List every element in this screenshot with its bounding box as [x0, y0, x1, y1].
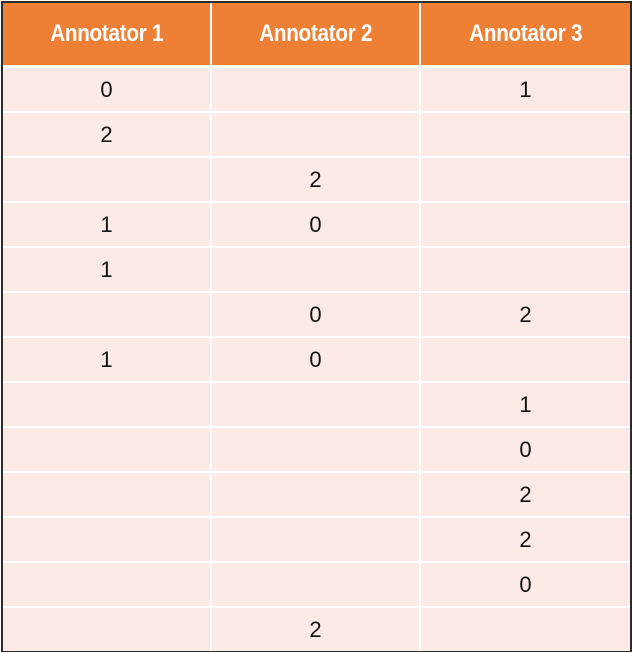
table-cell: 2 [419, 291, 630, 337]
table-cell [3, 561, 211, 607]
column-header-annotator-1: Annotator 1 [3, 3, 211, 68]
table-cell [210, 426, 420, 472]
column-header-annotator-2: Annotator 2 [210, 3, 420, 68]
table-cell [419, 156, 630, 202]
table-cell: 0 [210, 336, 420, 382]
table-row: 2 [3, 606, 630, 651]
table-cell: 0 [3, 66, 211, 112]
table-cell [3, 471, 211, 517]
table-row: 2 [3, 471, 630, 517]
table-cell: 1 [3, 336, 211, 382]
column-header-label: Annotator 3 [469, 20, 582, 47]
table-row: 2 [3, 111, 630, 157]
table-cell: 2 [419, 471, 630, 517]
table-cell [419, 336, 630, 382]
table-cell: 0 [419, 561, 630, 607]
table-cell: 1 [3, 201, 211, 247]
table-cell: 2 [3, 111, 211, 157]
table-cell [419, 201, 630, 247]
table-cell [210, 111, 420, 157]
table-cell [210, 66, 420, 112]
table-row: 2 [3, 516, 630, 562]
table-cell [3, 381, 211, 427]
table-cell: 0 [210, 291, 420, 337]
table-row: 1 0 [3, 201, 630, 247]
table-cell: 0 [210, 201, 420, 247]
annotation-table-frame: Annotator 1 Annotator 2 Annotator 3 0 1 … [1, 1, 632, 652]
table-cell [3, 426, 211, 472]
table-cell [3, 156, 211, 202]
table-cell: 2 [419, 516, 630, 562]
table-cell [3, 516, 211, 562]
table-cell [3, 291, 211, 337]
annotation-table: Annotator 1 Annotator 2 Annotator 3 0 1 … [3, 3, 630, 651]
table-cell: 1 [419, 66, 630, 112]
table-row: 2 [3, 156, 630, 202]
table-cell [210, 471, 420, 517]
table-row: 1 0 [3, 336, 630, 382]
column-header-label: Annotator 1 [50, 20, 163, 47]
table-row: 0 1 [3, 66, 630, 112]
column-header-annotator-3: Annotator 3 [419, 3, 630, 68]
table-header: Annotator 1 Annotator 2 Annotator 3 [3, 3, 630, 68]
table-row: 1 [3, 246, 630, 292]
table-cell [210, 516, 420, 562]
column-header-label: Annotator 2 [259, 20, 372, 47]
table-cell: 1 [3, 246, 211, 292]
table-cell: 2 [210, 156, 420, 202]
table-cell [3, 606, 211, 651]
table-cell [210, 561, 420, 607]
table-cell [419, 111, 630, 157]
table-cell: 1 [419, 381, 630, 427]
table-row: 0 2 [3, 291, 630, 337]
table-row: 0 [3, 561, 630, 607]
table-cell: 2 [210, 606, 420, 651]
table-cell: 0 [419, 426, 630, 472]
table-cell [419, 606, 630, 651]
table-row: 0 [3, 426, 630, 472]
table-cell [210, 381, 420, 427]
table-cell [419, 246, 630, 292]
table-body: 0 1 2 2 1 0 1 0 2 1 0 1 0 2 2 0 2 [3, 66, 630, 651]
table-cell [210, 246, 420, 292]
table-row: 1 [3, 381, 630, 427]
header-row: Annotator 1 Annotator 2 Annotator 3 [3, 3, 630, 68]
